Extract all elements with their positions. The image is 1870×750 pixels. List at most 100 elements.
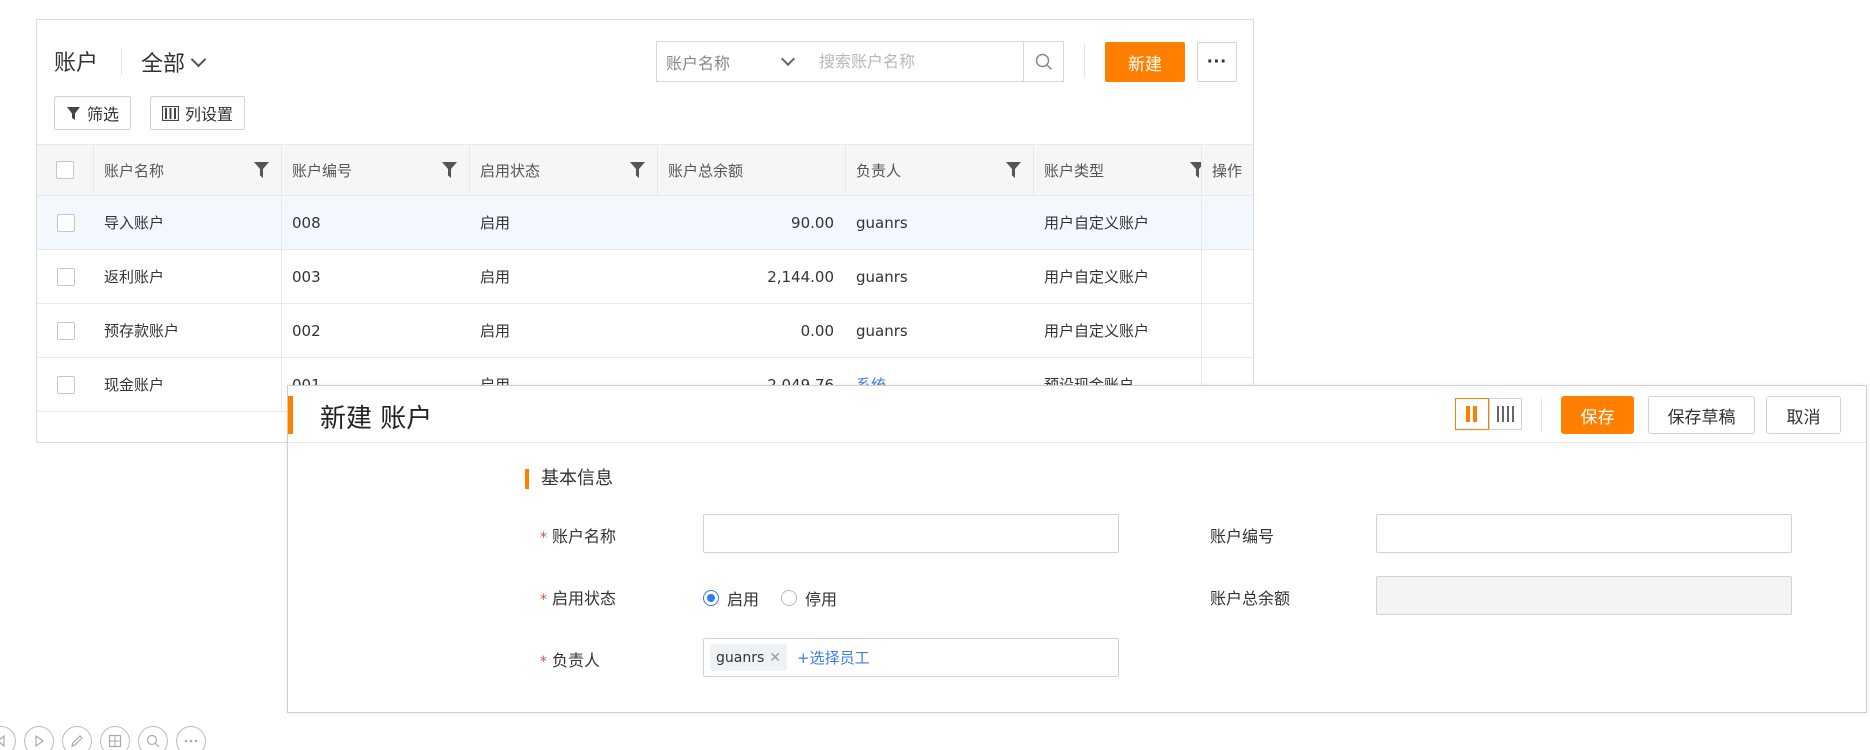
column-filter-icon[interactable] <box>1190 162 1202 178</box>
search-icon <box>1035 53 1052 70</box>
column-settings-button[interactable]: 列设置 <box>150 96 246 130</box>
row-checkbox[interactable] <box>56 267 75 286</box>
pen-icon[interactable] <box>62 726 92 750</box>
table-row[interactable]: 导入账户 008 启用 90.00 guanrs 用户自定义账户 <box>37 196 1253 250</box>
column-header-owner[interactable]: 负责人 <box>846 145 1034 195</box>
search-button[interactable] <box>1023 42 1063 81</box>
add-employee-link[interactable]: +选择员工 <box>797 647 870 668</box>
column-header-label: 账户名称 <box>104 161 165 180</box>
search-input[interactable] <box>807 42 1023 81</box>
account-name-input[interactable] <box>703 514 1119 553</box>
column-header-label: 账户编号 <box>292 161 353 180</box>
column-settings-label: 列设置 <box>185 105 234 124</box>
row-checkbox-cell <box>37 358 94 411</box>
column-header-type[interactable]: 账户类型 <box>1034 145 1202 195</box>
cancel-button[interactable]: 取消 <box>1766 396 1841 434</box>
search-box: 账户名称 <box>656 41 1064 82</box>
table-row[interactable]: 返利账户 003 启用 2,144.00 guanrs 用户自定义账户 <box>37 250 1253 304</box>
title-divider <box>121 48 122 75</box>
column-header-code[interactable]: 账户编号 <box>282 145 470 195</box>
column-header-balance[interactable]: 账户总余额 <box>658 145 846 195</box>
play-icon[interactable] <box>24 726 54 750</box>
total-balance-input <box>1376 576 1792 615</box>
filter-icon <box>67 106 80 120</box>
row-checkbox[interactable] <box>56 321 75 340</box>
status-radio-enabled[interactable]: 启用 <box>703 586 759 610</box>
cell-actions <box>1202 304 1253 357</box>
required-mark: * <box>540 654 547 670</box>
new-account-button[interactable]: 新建 <box>1105 42 1185 82</box>
layout-bar <box>1506 406 1509 422</box>
column-filter-icon[interactable] <box>1006 162 1021 178</box>
row-checkbox-cell <box>37 250 94 303</box>
form-title: 新建 账户 <box>320 404 433 434</box>
cell-code: 003 <box>292 267 321 286</box>
search-field-select[interactable]: 账户名称 <box>657 42 807 81</box>
chevron-down-icon <box>190 51 207 67</box>
layout-bar <box>1501 406 1504 422</box>
column-header-name[interactable]: 账户名称 <box>94 145 282 195</box>
more-actions-button[interactable]: ··· <box>1197 42 1237 82</box>
cell-code: 002 <box>292 321 321 340</box>
cell-type: 用户自定义账户 <box>1034 304 1202 357</box>
owner-tag: guanrs ✕ <box>710 644 787 671</box>
save-draft-button[interactable]: 保存草稿 <box>1648 396 1755 434</box>
column-filter-icon[interactable] <box>254 162 269 178</box>
cell-balance: 90.00 <box>791 213 834 232</box>
column-header-status[interactable]: 启用状态 <box>470 145 658 195</box>
previous-icon[interactable] <box>0 726 16 750</box>
column-header-label: 操作 <box>1212 161 1243 180</box>
cell-name: 预存款账户 <box>94 304 282 357</box>
status-radio-group: 启用 停用 <box>703 586 859 610</box>
form-header: 新建 账户 保存 保存草稿 取消 <box>288 386 1866 443</box>
header-checkbox-cell <box>37 145 94 195</box>
owner-label: * 负责人 <box>540 647 600 671</box>
cell-owner: guanrs <box>856 213 908 232</box>
section-title-basic-info: 基本信息 <box>525 469 613 489</box>
layout-bar <box>1473 406 1478 422</box>
filter-button[interactable]: 筛选 <box>54 96 132 130</box>
cell-code: 008 <box>292 213 321 232</box>
save-button[interactable]: 保存 <box>1561 396 1634 434</box>
four-column-layout-button[interactable] <box>1488 398 1522 430</box>
layout-bar <box>1511 406 1514 422</box>
cell-balance: 0.00 <box>800 321 834 340</box>
view-selector-label: 全部 <box>141 52 186 77</box>
account-code-input[interactable] <box>1376 514 1792 553</box>
column-filter-icon[interactable] <box>442 162 457 178</box>
table-body: 导入账户 008 启用 90.00 guanrs 用户自定义账户 返利账户 00… <box>37 196 1253 412</box>
zoom-icon[interactable] <box>138 726 168 750</box>
required-mark: * <box>540 530 547 546</box>
slides-grid-icon[interactable] <box>100 726 130 750</box>
row-checkbox-cell <box>37 304 94 357</box>
select-all-checkbox[interactable] <box>56 161 74 179</box>
table-header: 账户名称 账户编号 启用状态 账户总余额 负责人 账户类型 操作 <box>37 144 1253 196</box>
cell-status: 启用 <box>480 268 511 286</box>
account-name-label: * 账户名称 <box>540 523 616 547</box>
radio-selected-icon <box>703 590 719 606</box>
owner-label-text: 负责人 <box>552 651 601 670</box>
search-field-label: 账户名称 <box>666 53 731 73</box>
columns-icon <box>162 105 179 121</box>
more-icon[interactable] <box>176 726 206 750</box>
radio-label: 停用 <box>805 590 838 609</box>
new-account-form-panel: 新建 账户 保存 保存草稿 取消 基本信息 * 账户名称 账户编号 * 启用状态 <box>287 385 1867 713</box>
owner-selector[interactable]: guanrs ✕ +选择员工 <box>703 638 1119 677</box>
column-header-label: 账户总余额 <box>668 161 744 180</box>
column-header-label: 负责人 <box>856 161 902 180</box>
page-title: 账户 <box>54 51 99 76</box>
view-selector[interactable]: 全部 <box>141 46 207 78</box>
row-checkbox[interactable] <box>56 213 75 232</box>
account-name-label-text: 账户名称 <box>552 527 617 546</box>
status-label-text: 启用状态 <box>552 589 617 608</box>
layout-bar <box>1496 406 1499 422</box>
remove-tag-icon[interactable]: ✕ <box>769 650 781 666</box>
two-column-layout-button[interactable] <box>1455 398 1489 430</box>
column-filter-icon[interactable] <box>630 162 645 178</box>
status-radio-disabled[interactable]: 停用 <box>781 586 837 610</box>
row-checkbox[interactable] <box>56 375 75 394</box>
cell-type: 用户自定义账户 <box>1034 250 1202 303</box>
cell-actions <box>1202 196 1253 249</box>
account-code-label: 账户编号 <box>1210 527 1275 546</box>
table-row[interactable]: 预存款账户 002 启用 0.00 guanrs 用户自定义账户 <box>37 304 1253 358</box>
